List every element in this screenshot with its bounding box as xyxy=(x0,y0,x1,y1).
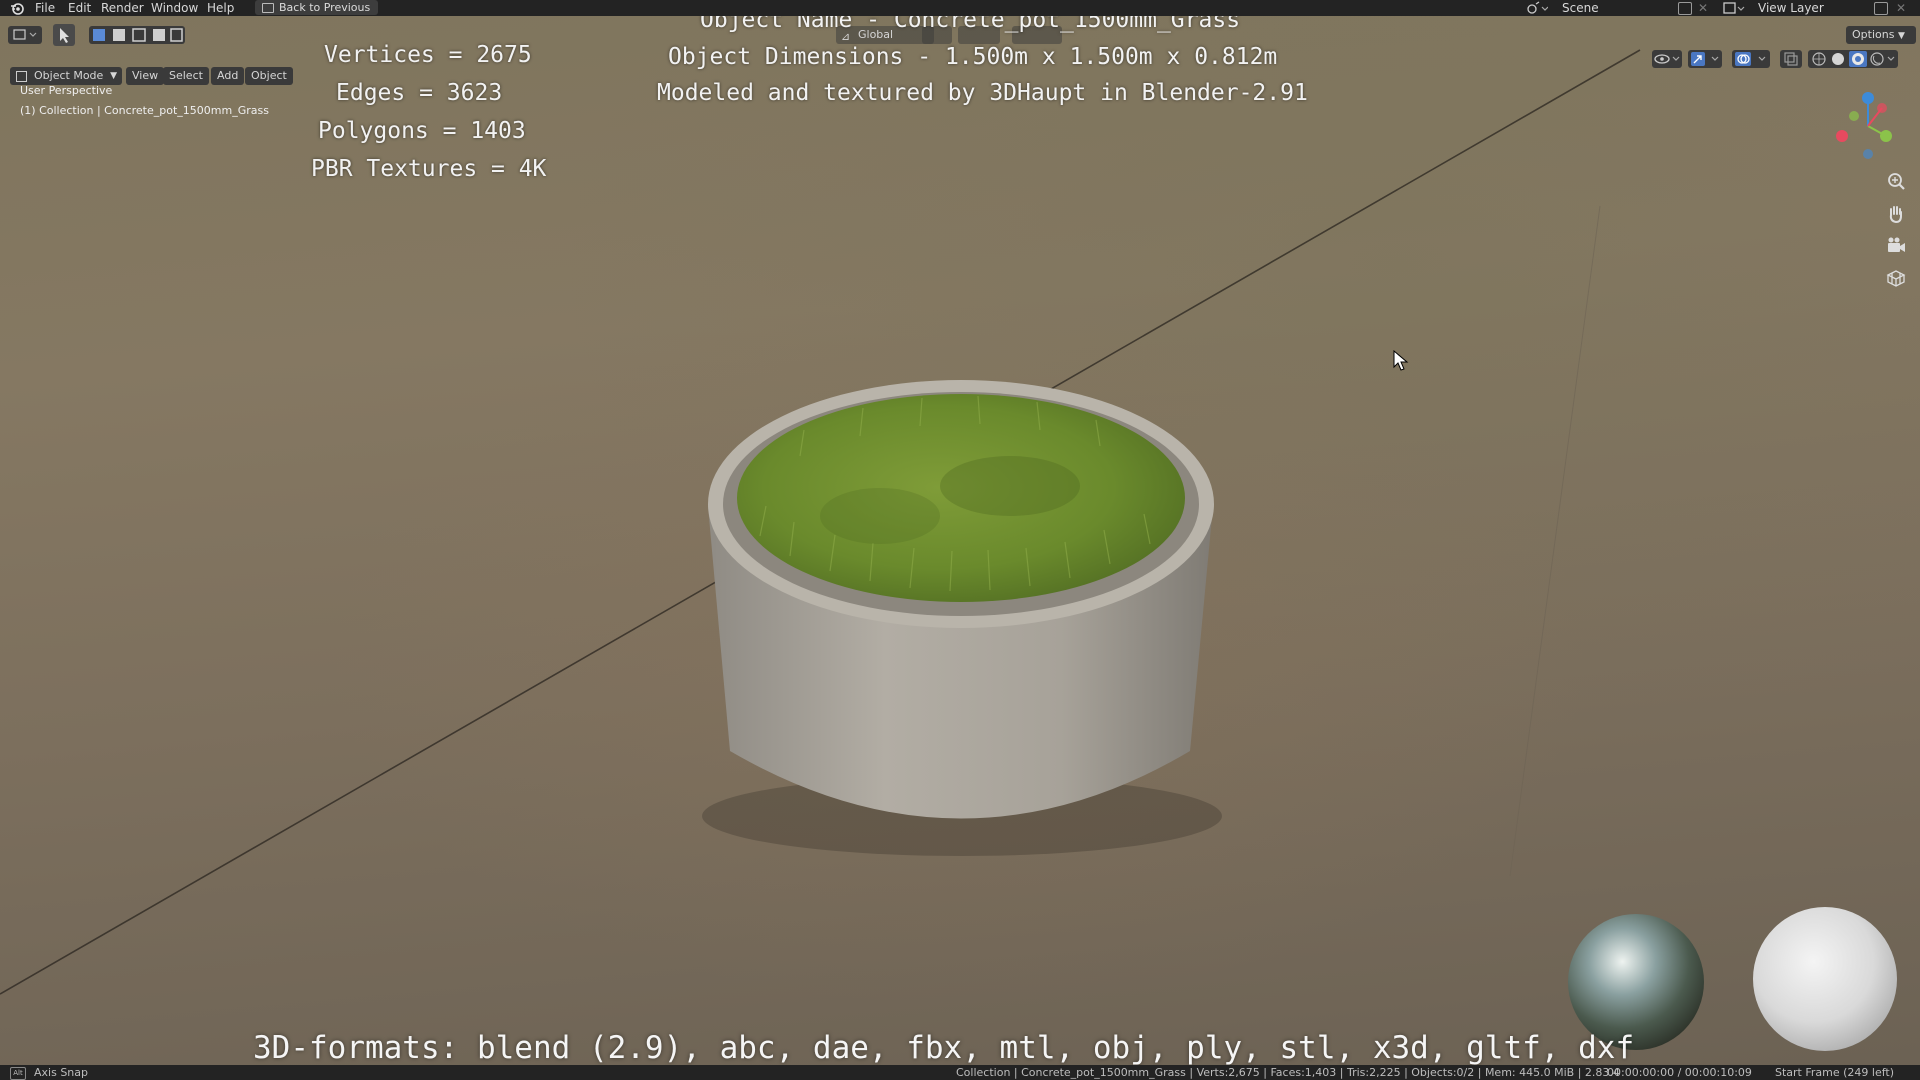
formats-caption: 3D-formats: blend (2.9), abc, dae, fbx, … xyxy=(253,1030,1635,1065)
selection-mode-icons[interactable] xyxy=(89,26,185,44)
scene-icon[interactable] xyxy=(1526,1,1548,15)
chevron-down-icon: ▼ xyxy=(110,71,117,81)
scene-name[interactable]: Scene xyxy=(1562,0,1599,16)
menu-edit[interactable]: Edit xyxy=(68,1,91,15)
add-menu[interactable]: Add xyxy=(211,67,245,85)
status-scene-stats: Collection | Concrete_pot_1500mm_Grass |… xyxy=(956,1066,1620,1079)
cursor-arrow-icon xyxy=(60,28,69,43)
status-bar: Alt Axis Snap Collection | Concrete_pot_… xyxy=(0,1065,1920,1080)
neg-y-axis-handle xyxy=(1849,111,1859,121)
overlays-toggle[interactable] xyxy=(1732,50,1770,68)
editor-type-icon xyxy=(13,29,37,40)
collection-info: (1) Collection | Concrete_pot_1500mm_Gra… xyxy=(20,104,269,117)
top-menu-bar: File Edit Render Window Help Back to Pre… xyxy=(0,0,1920,16)
xray-icon xyxy=(1784,52,1798,66)
x-axis-handle xyxy=(1877,103,1887,113)
overlays-icon xyxy=(1735,52,1766,66)
select-tool-button[interactable] xyxy=(53,24,75,46)
visibility-dropdown[interactable] xyxy=(1652,50,1682,68)
view-layer-icon[interactable] xyxy=(1722,1,1746,15)
menu-window[interactable]: Window xyxy=(151,1,198,15)
overlay-credit: Modeled and textured by 3DHaupt in Blend… xyxy=(657,80,1308,106)
grid-icon xyxy=(1886,270,1906,287)
navigation-gizmo[interactable] xyxy=(1830,86,1900,176)
hand-pan-icon xyxy=(1889,206,1902,224)
object-mode-dropdown[interactable]: Object Mode ▼ xyxy=(10,67,122,85)
y-axis-handle xyxy=(1880,130,1892,142)
overlay-object-dimensions: Object Dimensions - 1.500m x 1.500m x 0.… xyxy=(668,44,1278,70)
gizmo-toggle[interactable] xyxy=(1688,50,1722,68)
z-axis-handle xyxy=(1862,92,1874,104)
chevron-down-icon: ▼ xyxy=(1897,31,1905,41)
menu-help[interactable]: Help xyxy=(207,1,234,15)
options-label: Options xyxy=(1852,28,1895,41)
xray-toggle[interactable] xyxy=(1780,50,1802,68)
menu-file[interactable]: File xyxy=(35,1,55,15)
overlay-object-name: Object Name - Concrete_pot_1500mm_Grass xyxy=(700,16,1241,33)
shading-mode-icons[interactable] xyxy=(1808,50,1898,68)
status-timecode: 00:00:00:00 / 00:00:10:09 xyxy=(1607,1066,1752,1079)
neg-x-axis-handle xyxy=(1836,130,1848,142)
status-axis-snap: Axis Snap xyxy=(34,1066,88,1079)
new-scene-icon[interactable] xyxy=(1678,2,1692,15)
object-mode-icon xyxy=(16,71,27,82)
gizmo-icon xyxy=(1691,52,1719,66)
y-axis-line xyxy=(1509,205,1601,877)
zoom-button[interactable] xyxy=(1884,170,1908,194)
zoom-icon xyxy=(1888,173,1905,190)
status-frame: Start Frame (249 left) xyxy=(1775,1066,1895,1079)
camera-view-button[interactable] xyxy=(1884,234,1908,258)
new-view-layer-icon[interactable] xyxy=(1874,2,1888,15)
stat-polygons: Polygons = 1403 xyxy=(318,118,526,144)
close-view-layer-icon[interactable]: ✕ xyxy=(1896,0,1906,16)
options-dropdown[interactable]: Options ▼ xyxy=(1846,26,1916,44)
stat-textures: PBR Textures = 4K xyxy=(311,156,547,182)
view-menu[interactable]: View xyxy=(126,67,165,85)
perspective-label: User Perspective xyxy=(20,84,113,97)
pan-button[interactable] xyxy=(1884,202,1908,226)
object-menu[interactable]: Object xyxy=(245,67,293,85)
blender-logo-icon[interactable] xyxy=(10,1,24,15)
view-layer-name[interactable]: View Layer xyxy=(1758,0,1824,16)
object-mode-label: Object Mode xyxy=(34,69,104,82)
select-menu[interactable]: Select xyxy=(163,67,209,85)
eye-icon xyxy=(1654,54,1680,64)
editor-type-button[interactable] xyxy=(8,26,42,44)
matcap-sphere-icon xyxy=(1753,907,1897,1051)
selection-mode-group xyxy=(89,26,185,44)
shading-mode-group xyxy=(1808,50,1898,68)
3d-viewport[interactable]: Object Mode ▼ View Select Add Object ⊿ G… xyxy=(0,16,1920,1065)
stat-edges: Edges = 3623 xyxy=(336,80,503,106)
camera-icon xyxy=(1888,237,1905,252)
back-to-previous-button[interactable]: Back to Previous xyxy=(255,0,379,15)
alt-key-icon: Alt xyxy=(10,1067,26,1080)
close-scene-icon[interactable]: ✕ xyxy=(1698,0,1708,16)
stat-vertices: Vertices = 2675 xyxy=(324,42,532,68)
menu-render[interactable]: Render xyxy=(101,1,144,15)
ortho-toggle-button[interactable] xyxy=(1884,266,1908,290)
scene-render xyxy=(0,49,1897,1051)
mouse-cursor-icon xyxy=(1393,350,1409,371)
neg-z-axis-handle xyxy=(1863,149,1873,159)
